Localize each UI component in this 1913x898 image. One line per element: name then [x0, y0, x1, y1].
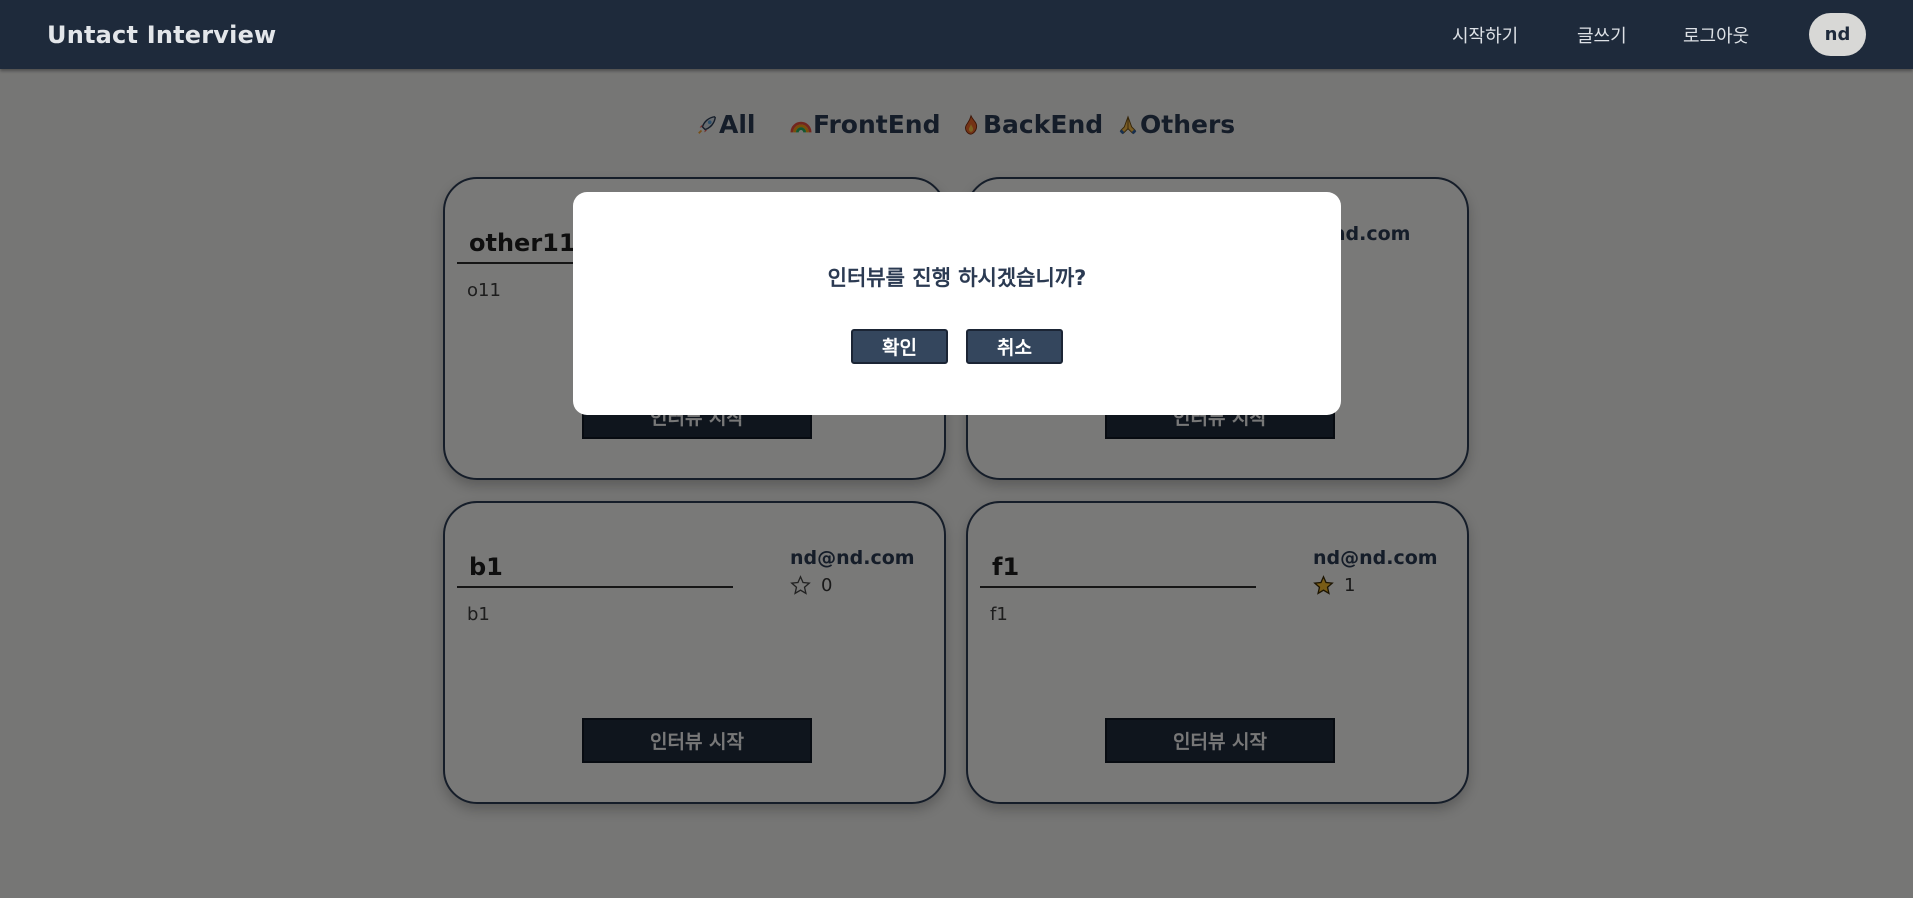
nav-start-link[interactable]: 시작하기: [1452, 22, 1518, 48]
dialog-message: 인터뷰를 진행 하시겠습니까?: [827, 266, 1087, 290]
brand-logo[interactable]: Untact Interview: [47, 21, 276, 49]
user-avatar[interactable]: nd: [1809, 13, 1866, 56]
nav-write-link[interactable]: 글쓰기: [1577, 22, 1627, 48]
cancel-button[interactable]: 취소: [966, 329, 1063, 364]
confirm-dialog: 인터뷰를 진행 하시겠습니까? 확인 취소: [573, 192, 1341, 415]
nav-logout-link[interactable]: 로그아웃: [1683, 22, 1749, 48]
navbar: Untact Interview 시작하기 글쓰기 로그아웃 nd: [0, 0, 1913, 69]
confirm-button[interactable]: 확인: [851, 329, 948, 364]
